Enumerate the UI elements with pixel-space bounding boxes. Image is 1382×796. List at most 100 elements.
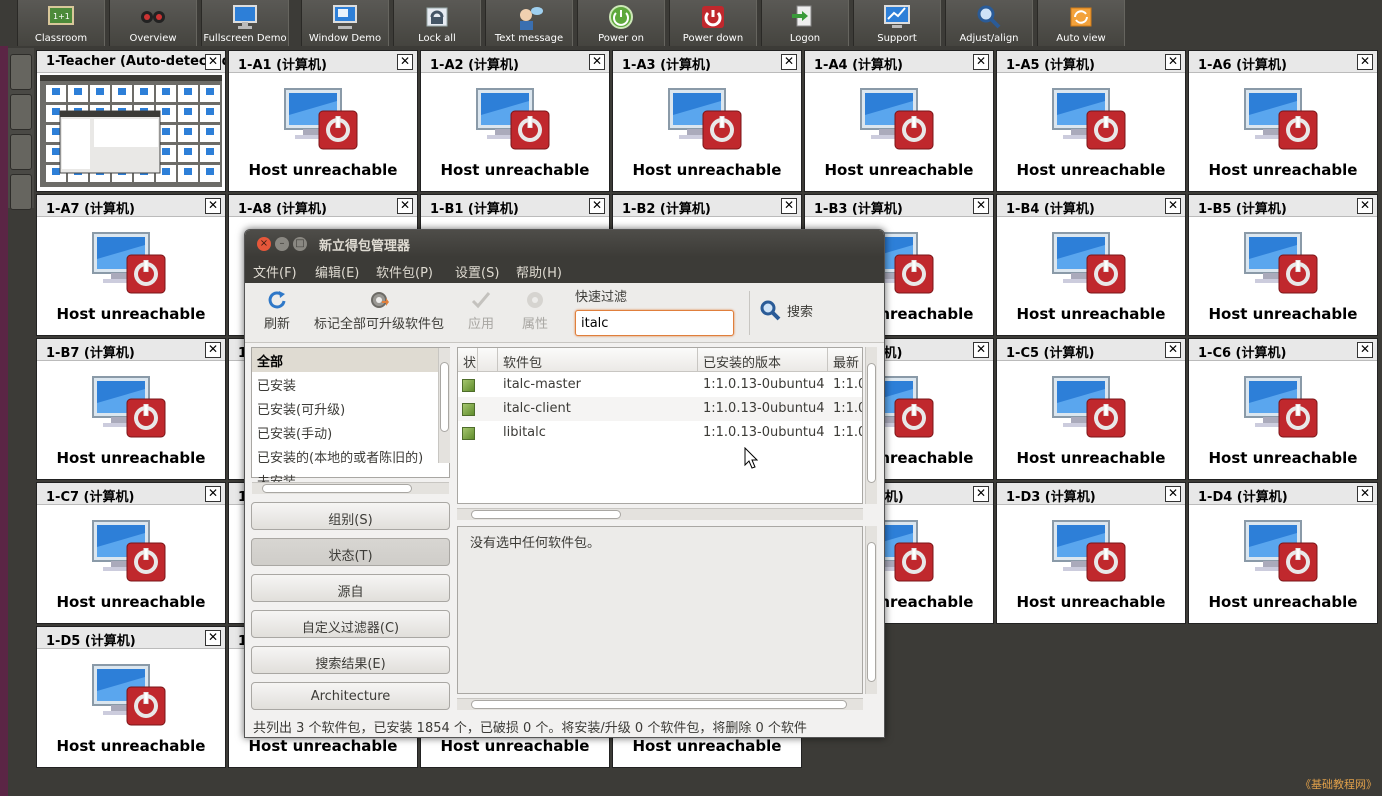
filter-button[interactable]: 搜索结果(E)	[251, 646, 450, 674]
close-tile-icon[interactable]: ✕	[973, 342, 989, 358]
client-tile[interactable]: 1-A5 (计算机) ✕ Host unreachable	[996, 50, 1186, 192]
close-tile-icon[interactable]: ✕	[1357, 198, 1373, 214]
maximize-window-button[interactable]: □	[293, 237, 307, 251]
close-tile-icon[interactable]: ✕	[205, 486, 221, 502]
close-tile-icon[interactable]: ✕	[973, 54, 989, 70]
close-tile-icon[interactable]: ✕	[1165, 54, 1181, 70]
description-vscroll[interactable]	[865, 526, 877, 694]
package-row[interactable]: italc-client 1:1.0.13-0ubuntu4 1:1.0	[458, 397, 862, 421]
client-tile[interactable]: 1-C6 (计算机) ✕ Host unreachable	[1188, 338, 1378, 480]
side-tab-classroom[interactable]	[10, 54, 32, 90]
filter-button[interactable]: 自定义过滤器(C)	[251, 610, 450, 638]
side-tab-snapshots[interactable]	[10, 94, 32, 130]
side-tab-settings[interactable]	[10, 174, 32, 210]
close-tile-icon[interactable]: ✕	[973, 486, 989, 502]
package-hscroll[interactable]	[457, 508, 863, 520]
adjust-align-button[interactable]: Adjust/align	[945, 0, 1033, 46]
client-tile[interactable]: 1-A1 (计算机) ✕ Host unreachable	[228, 50, 418, 192]
client-tile[interactable]: 1-Teacher (Auto-detected) ✕	[36, 50, 226, 192]
power-down-button[interactable]: Power down	[669, 0, 757, 46]
window-demo-button[interactable]: Window Demo	[301, 0, 389, 46]
toolbar-button-label: Overview	[129, 33, 177, 44]
client-tile[interactable]: 1-D4 (计算机) ✕ Host unreachable	[1188, 482, 1378, 624]
col-support[interactable]	[478, 348, 498, 372]
menu-settings[interactable]: 设置(S)	[455, 262, 499, 281]
filter-button[interactable]: 源自	[251, 574, 450, 602]
apply-button[interactable]: 应用	[463, 289, 499, 339]
menu-edit[interactable]: 编辑(E)	[315, 262, 359, 281]
filter-button[interactable]: 组别(S)	[251, 502, 450, 530]
installed-status-icon[interactable]	[462, 403, 475, 416]
close-tile-icon[interactable]: ✕	[205, 630, 221, 646]
description-hscroll[interactable]	[457, 698, 863, 710]
client-tile[interactable]: 1-A4 (计算机) ✕ Host unreachable	[804, 50, 994, 192]
minimize-window-button[interactable]: –	[275, 237, 289, 251]
refresh-button[interactable]: 刷新	[259, 289, 295, 339]
menu-help[interactable]: 帮助(H)	[516, 262, 562, 281]
client-tile[interactable]: 1-B5 (计算机) ✕ Host unreachable	[1188, 194, 1378, 336]
client-tile[interactable]: 1-A3 (计算机) ✕ Host unreachable	[612, 50, 802, 192]
col-installed-version[interactable]: 已安装的版本	[698, 348, 828, 372]
logon-button[interactable]: Logon	[761, 0, 849, 46]
client-tile[interactable]: 1-C5 (计算机) ✕ Host unreachable	[996, 338, 1186, 480]
mark-all-upgrades-button[interactable]: 标记全部可升级软件包	[303, 289, 455, 339]
package-vscroll[interactable]	[865, 347, 877, 504]
installed-status-icon[interactable]	[462, 379, 475, 392]
installed-status-icon[interactable]	[462, 427, 475, 440]
filter-button[interactable]: 状态(T)	[251, 538, 450, 566]
power-on-button[interactable]: Power on	[577, 0, 665, 46]
close-tile-icon[interactable]: ✕	[781, 54, 797, 70]
category-item[interactable]: 已安装的(本地的或者陈旧的)	[252, 444, 449, 468]
client-tile[interactable]: 1-A2 (计算机) ✕ Host unreachable	[420, 50, 610, 192]
close-tile-icon[interactable]: ✕	[973, 198, 989, 214]
menu-package[interactable]: 软件包(P)	[376, 262, 433, 281]
client-tile[interactable]: 1-A7 (计算机) ✕ Host unreachable	[36, 194, 226, 336]
properties-button[interactable]: 属性	[517, 289, 553, 339]
col-package[interactable]: 软件包	[498, 348, 698, 372]
close-tile-icon[interactable]: ✕	[589, 198, 605, 214]
close-tile-icon[interactable]: ✕	[1165, 342, 1181, 358]
close-tile-icon[interactable]: ✕	[397, 54, 413, 70]
client-tile[interactable]: 1-C7 (计算机) ✕ Host unreachable	[36, 482, 226, 624]
close-tile-icon[interactable]: ✕	[1165, 486, 1181, 502]
close-tile-icon[interactable]: ✕	[1357, 54, 1373, 70]
category-item[interactable]: 全部	[252, 348, 449, 372]
close-tile-icon[interactable]: ✕	[205, 54, 221, 70]
client-tile[interactable]: 1-A6 (计算机) ✕ Host unreachable	[1188, 50, 1378, 192]
package-row[interactable]: italc-master 1:1.0.13-0ubuntu4 1:1.0	[458, 373, 862, 397]
client-tile[interactable]: 1-D5 (计算机) ✕ Host unreachable	[36, 626, 226, 768]
client-name: 1-B2 (计算机)	[613, 195, 801, 217]
close-window-button[interactable]: ×	[257, 237, 271, 251]
side-tab-overview[interactable]	[10, 134, 32, 170]
text-message-button[interactable]: Text message	[485, 0, 573, 46]
category-item[interactable]: 已安装	[252, 372, 449, 396]
close-tile-icon[interactable]: ✕	[205, 198, 221, 214]
category-item[interactable]: 已安装(可升级)	[252, 396, 449, 420]
support-button[interactable]: Support	[853, 0, 941, 46]
category-hscroll[interactable]	[252, 482, 449, 494]
col-latest-version[interactable]: 最新	[828, 348, 862, 372]
menu-file[interactable]: 文件(F)	[253, 262, 297, 281]
quick-filter-input[interactable]	[575, 310, 734, 336]
client-tile[interactable]: 1-B7 (计算机) ✕ Host unreachable	[36, 338, 226, 480]
computer-offline-icon	[92, 376, 166, 438]
close-tile-icon[interactable]: ✕	[1165, 198, 1181, 214]
client-tile[interactable]: 1-D3 (计算机)✕ Host unreachable	[996, 482, 1186, 624]
close-tile-icon[interactable]: ✕	[781, 198, 797, 214]
close-tile-icon[interactable]: ✕	[1357, 342, 1373, 358]
lock-all-button[interactable]: Lock all	[393, 0, 481, 46]
filter-button[interactable]: Architecture	[251, 682, 450, 710]
category-vscroll[interactable]	[438, 348, 450, 463]
close-tile-icon[interactable]: ✕	[205, 342, 221, 358]
auto-view-button[interactable]: Auto view	[1037, 0, 1125, 46]
fullscreen-demo-button[interactable]: Fullscreen Demo	[201, 0, 289, 46]
package-row[interactable]: libitalc 1:1.0.13-0ubuntu4 1:1.0	[458, 421, 862, 445]
client-tile[interactable]: 1-B4 (计算机) ✕ Host unreachable	[996, 194, 1186, 336]
category-item[interactable]: 已安装(手动)	[252, 420, 449, 444]
close-tile-icon[interactable]: ✕	[1357, 486, 1373, 502]
close-tile-icon[interactable]: ✕	[397, 198, 413, 214]
col-status[interactable]: 状	[458, 348, 478, 372]
overview-button[interactable]: Overview	[109, 0, 197, 46]
classroom-button[interactable]: 1+1 Classroom	[17, 0, 105, 46]
close-tile-icon[interactable]: ✕	[589, 54, 605, 70]
